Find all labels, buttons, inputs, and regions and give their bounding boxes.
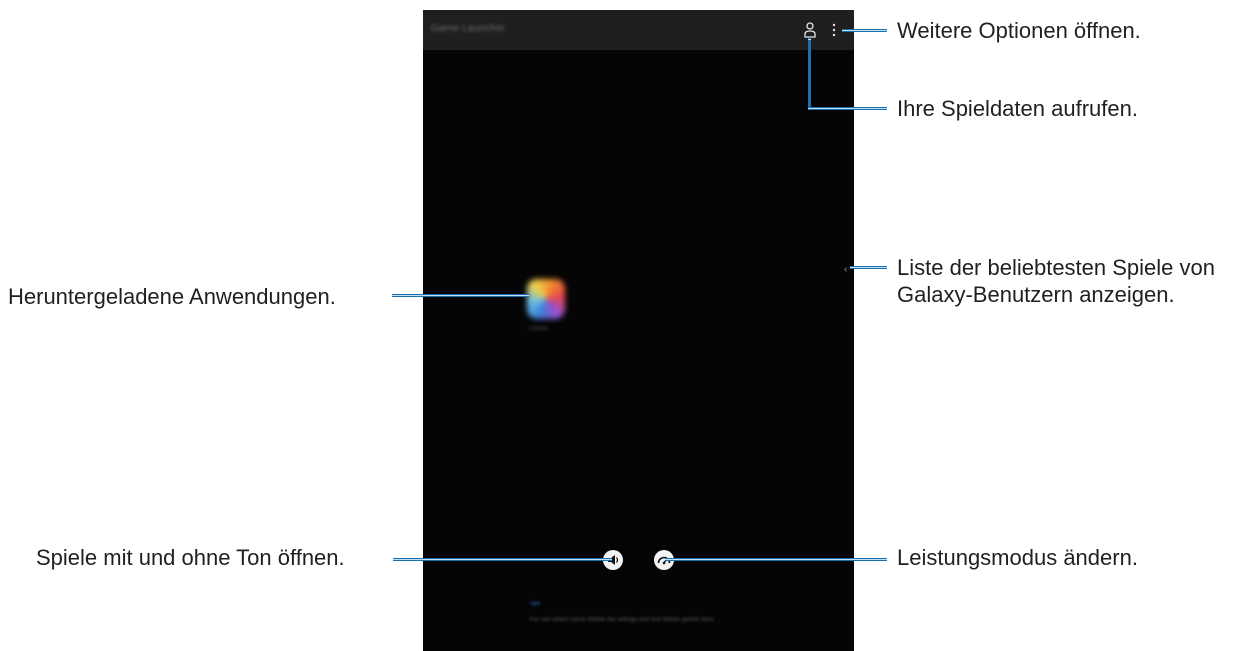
callout-line-game-data-vertical (808, 38, 811, 110)
tablet-screen: Game Launcher Games ‹ Tips You can selec… (423, 10, 854, 651)
profile-icon[interactable] (803, 21, 817, 39)
app-title: Game Launcher (431, 23, 506, 34)
info-text: You can select Game Mobile the settings … (529, 617, 715, 623)
callout-sound: Spiele mit und ohne Ton öffnen. (36, 545, 345, 570)
callout-line-popular-games (850, 266, 887, 269)
callout-downloaded-apps: Heruntergeladene Anwendungen. (8, 284, 336, 309)
callout-line-game-data (808, 107, 887, 110)
info-title: Tips (529, 601, 541, 607)
callout-line-performance (665, 558, 887, 561)
callout-popular-games-line1: Liste der beliebtesten Spiele von (897, 255, 1215, 280)
chevron-left-icon[interactable]: ‹ (844, 265, 847, 275)
callout-performance: Leistungsmodus ändern. (897, 545, 1138, 570)
app-label: Games (529, 326, 549, 332)
callout-line-sound (393, 558, 612, 561)
app-icon[interactable] (527, 279, 565, 319)
callout-game-data: Ihre Spieldaten aufrufen. (897, 96, 1138, 121)
callout-popular-games-line2: Galaxy-Benutzern anzeigen. (897, 282, 1175, 307)
callout-line-more-options (842, 29, 887, 32)
app-bar: Game Launcher (423, 10, 854, 50)
callout-line-downloaded-apps (392, 294, 529, 297)
callout-more-options: Weitere Optionen öffnen. (897, 18, 1141, 43)
more-options-icon[interactable] (831, 22, 837, 38)
